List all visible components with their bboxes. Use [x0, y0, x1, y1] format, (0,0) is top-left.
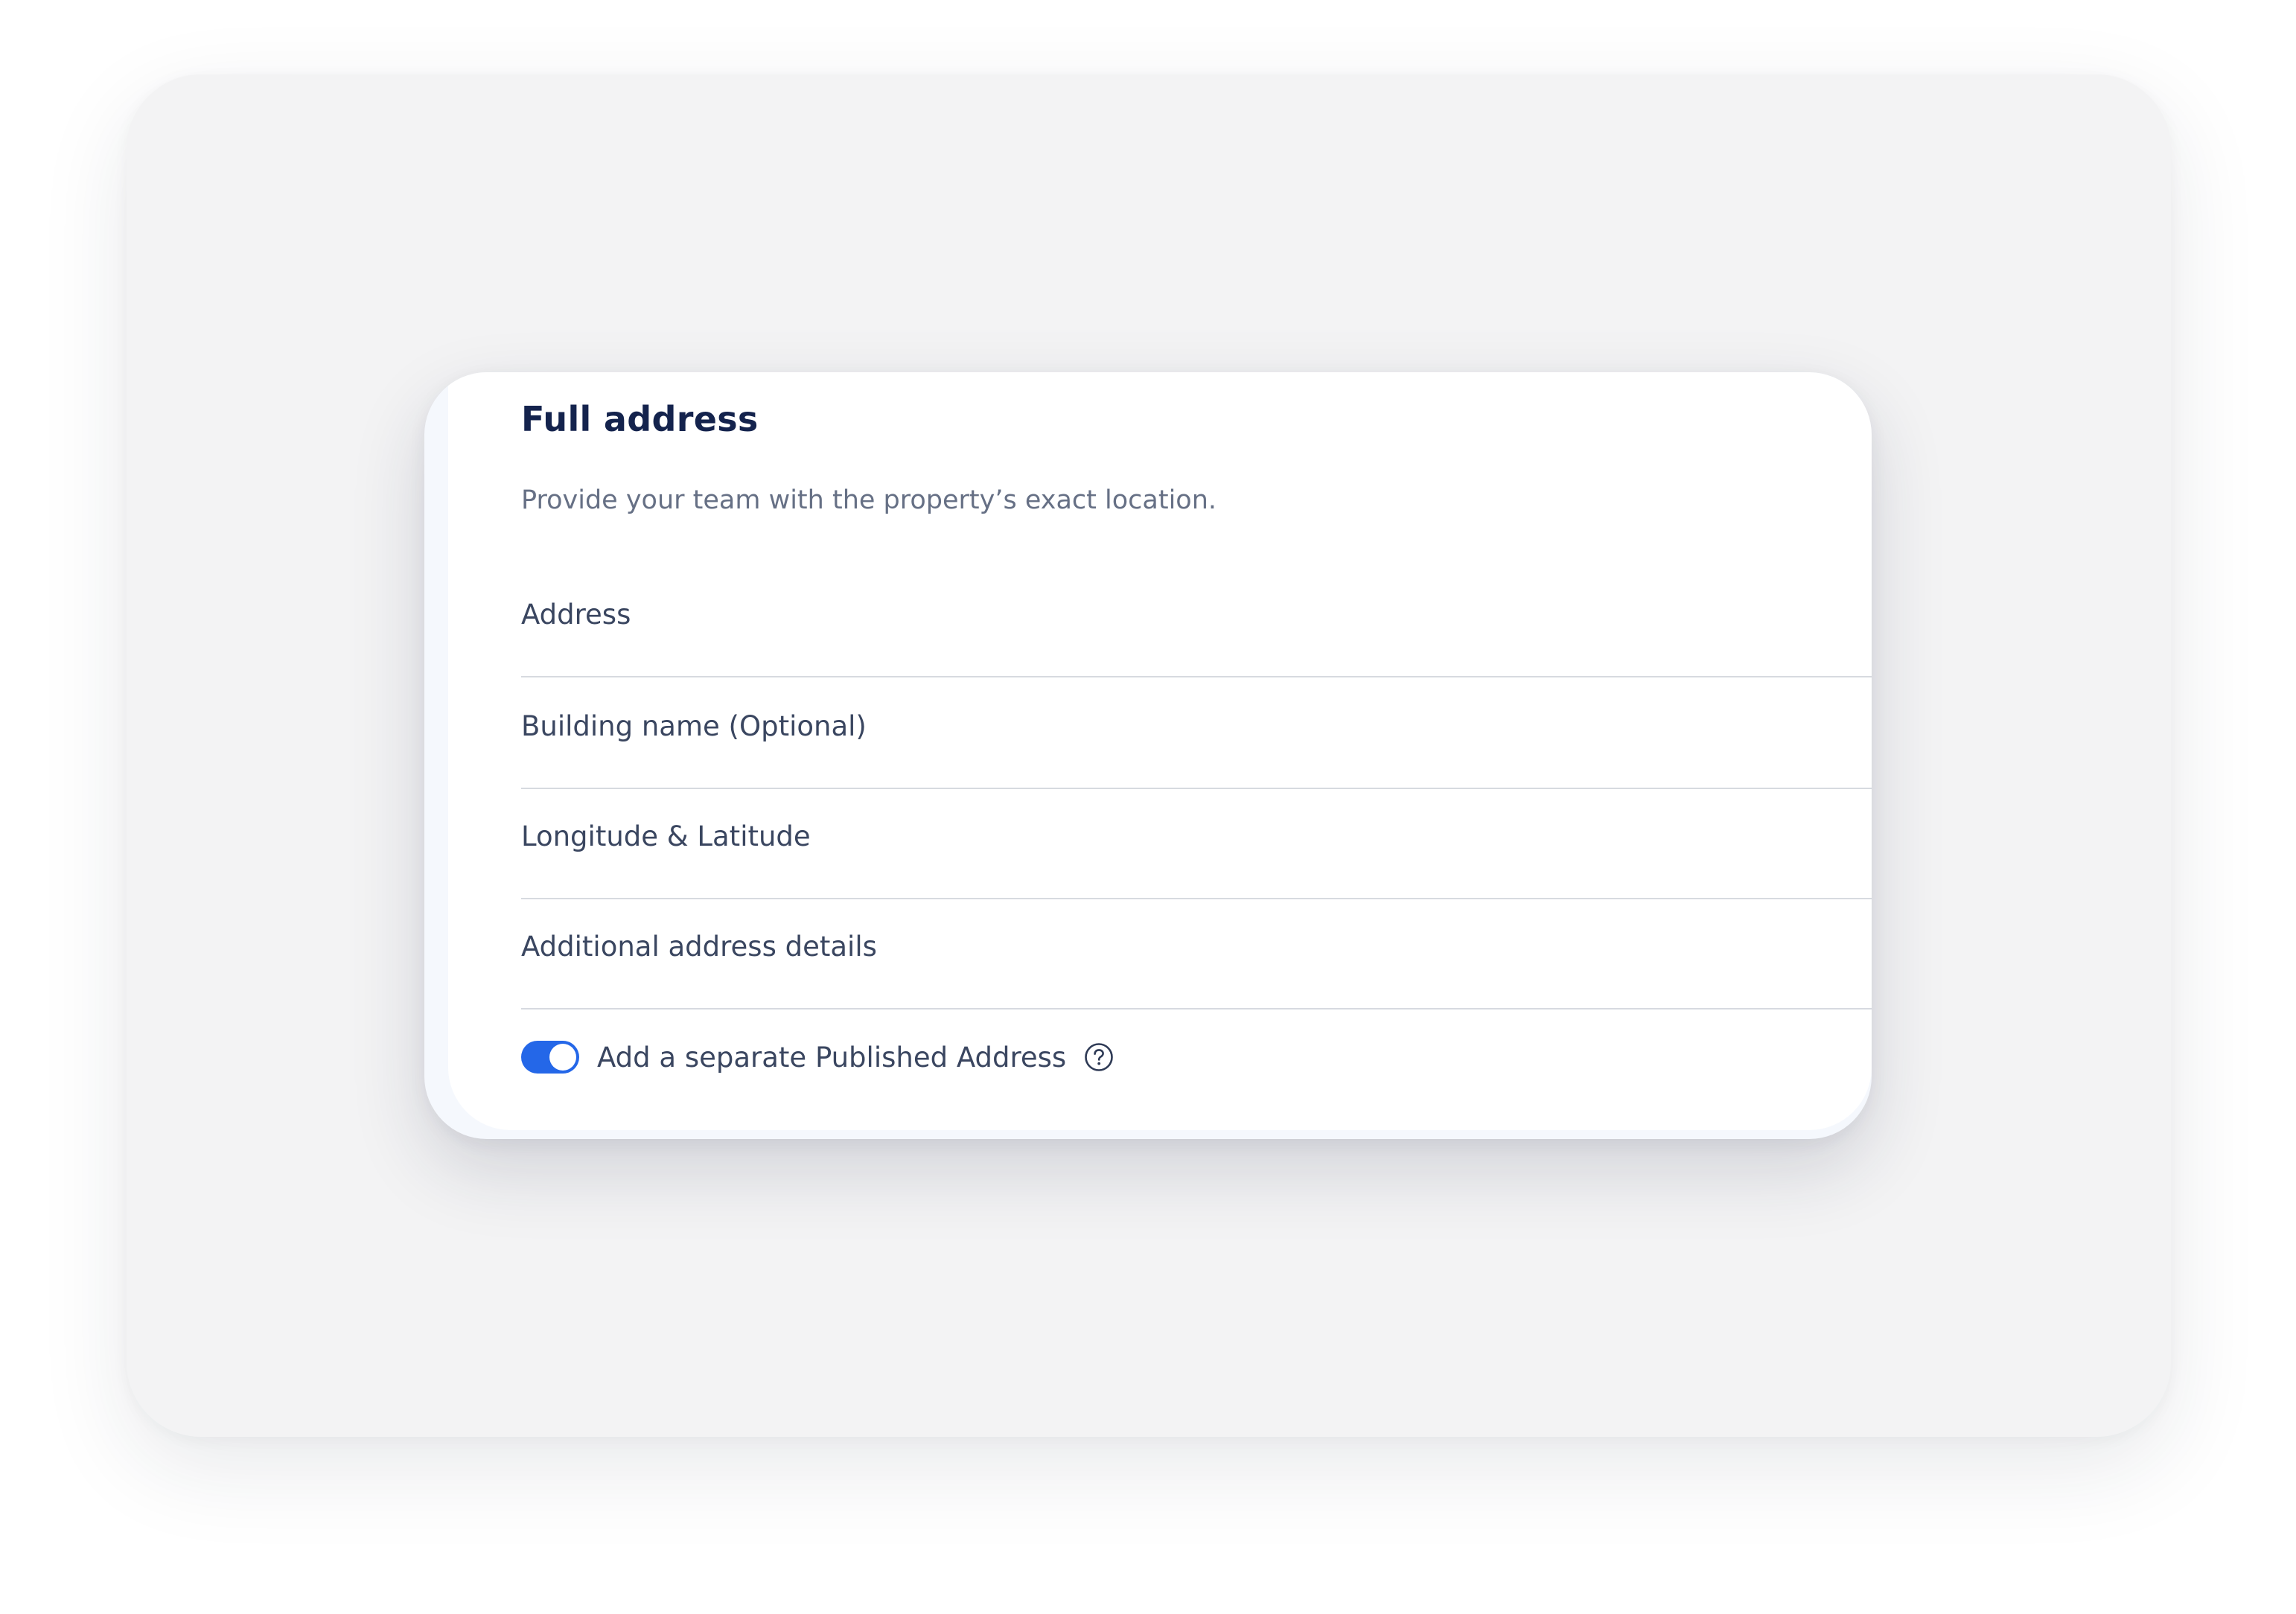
address-field-label: Address	[521, 599, 631, 631]
card-body: Full address Provide your team with the …	[448, 372, 1872, 1130]
building-name-field[interactable]: Building name (Optional)	[521, 677, 1872, 789]
toggle-knob	[549, 1044, 576, 1071]
building-name-field-label: Building name (Optional)	[521, 710, 867, 742]
additional-address-details-field[interactable]: Additional address details	[521, 898, 1872, 1009]
full-address-card: Full address Provide your team with the …	[424, 372, 1872, 1139]
card-subtitle: Provide your team with the property’s ex…	[521, 485, 1217, 515]
published-address-row: Add a separate Published Address	[521, 1035, 1114, 1079]
additional-address-details-field-label: Additional address details	[521, 931, 877, 963]
published-address-toggle[interactable]	[521, 1041, 579, 1074]
card-title: Full address	[521, 399, 759, 439]
address-field[interactable]: Address	[521, 566, 1872, 677]
published-address-label: Add a separate Published Address	[597, 1041, 1067, 1074]
longitude-latitude-field[interactable]: Longitude & Latitude	[521, 788, 1872, 899]
longitude-latitude-field-label: Longitude & Latitude	[521, 820, 811, 852]
question-circle-icon[interactable]	[1084, 1042, 1114, 1072]
